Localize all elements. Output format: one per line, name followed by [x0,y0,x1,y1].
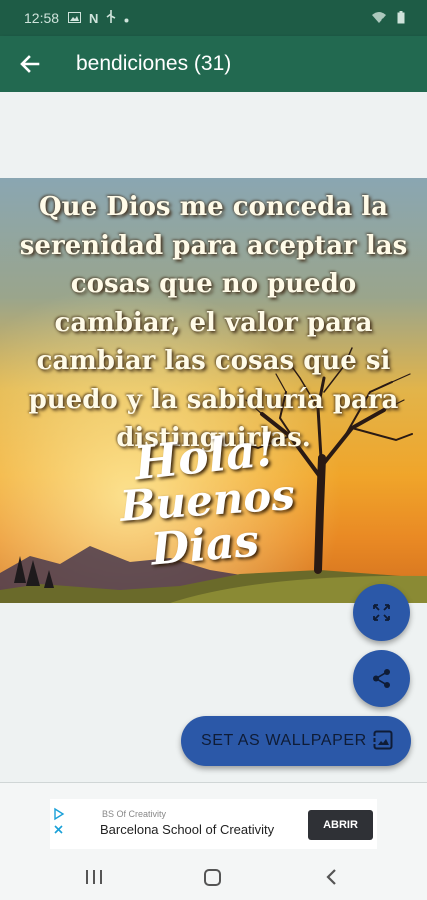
quote-text: Que Dios me conceda la serenidad para ac… [19,192,408,453]
system-icons [371,11,405,27]
ad-advertiser: BS Of Creativity [102,809,167,819]
app-bar: bendiciones (31) [0,36,427,92]
system-nav-bar [0,853,427,900]
usb-icon [106,10,116,26]
battery-icon [397,11,405,27]
fullscreen-button[interactable] [353,584,410,641]
recents-icon[interactable] [82,865,106,889]
dot-icon [124,10,129,26]
n-icon: N [89,10,99,26]
notification-icons: N [68,10,129,26]
ad-choices-icon[interactable] [52,807,66,842]
status-time: 12:58 [24,10,60,26]
share-button[interactable] [353,650,410,707]
status-bar: 12:58 N [0,0,427,36]
back-icon[interactable] [320,865,344,889]
home-icon[interactable] [201,865,225,889]
arrow-left-icon[interactable] [16,50,44,78]
ad-banner[interactable]: BS Of Creativity Barcelona School of Cre… [50,799,377,849]
ad-open-button[interactable]: ABRIR [308,810,373,840]
fullscreen-icon [373,604,390,621]
image-icon [68,10,81,26]
wallpaper-icon [373,730,393,755]
ad-headline: Barcelona School of Creativity [100,822,275,837]
wifi-icon [371,11,387,27]
set-wallpaper-button[interactable]: SET AS WALLPAPER [181,716,411,766]
ad-area: BS Of Creativity Barcelona School of Cre… [0,783,427,853]
greeting-text: Hola! Buenos Dias [118,422,296,576]
page-title: bendiciones (31) [76,52,232,75]
share-icon [373,669,390,688]
blessing-image[interactable]: Que Dios me conceda la serenidad para ac… [0,178,427,603]
set-wallpaper-label: SET AS WALLPAPER [201,732,367,749]
